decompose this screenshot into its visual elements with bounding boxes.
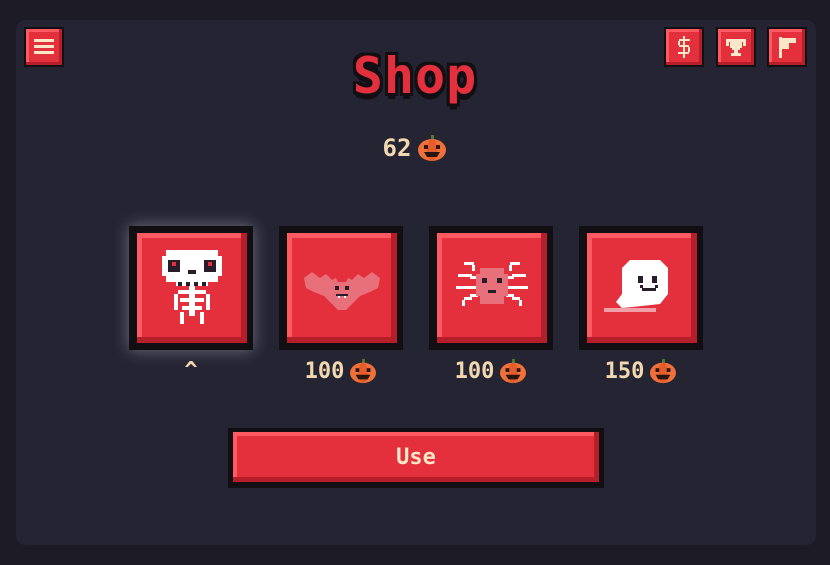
- skeleton-icon: [162, 250, 222, 324]
- price-value: 150: [604, 358, 645, 384]
- pumpkin-icon: [500, 358, 527, 384]
- bat-icon: [304, 272, 380, 310]
- item-price-spider: 100: [429, 358, 553, 384]
- shop-item-ghost[interactable]: [579, 226, 703, 350]
- currency-balance: 62: [0, 134, 830, 162]
- shop-item-skeleton[interactable]: [129, 226, 253, 350]
- item-tile: [437, 233, 547, 343]
- shop-item-bat[interactable]: [279, 226, 403, 350]
- use-button-label: Use: [233, 432, 599, 482]
- use-button[interactable]: Use: [228, 428, 604, 488]
- pumpkin-icon: [350, 358, 377, 384]
- item-tile: [287, 233, 397, 343]
- spider-icon: [456, 262, 528, 306]
- item-price-skeleton: ^: [129, 358, 253, 384]
- pumpkin-icon: [650, 358, 677, 384]
- item-tile: [587, 233, 697, 343]
- page-title: Shop: [352, 47, 478, 105]
- item-price-bat: 100: [279, 358, 403, 384]
- ghost-icon: [604, 260, 668, 312]
- shop-item-spider[interactable]: [429, 226, 553, 350]
- item-price-ghost: 150: [579, 358, 703, 384]
- price-value: 100: [304, 358, 345, 384]
- item-tile: [137, 233, 247, 343]
- price-value: 100: [454, 358, 495, 384]
- balance-amount: 62: [382, 134, 412, 162]
- pumpkin-icon: [418, 135, 447, 161]
- selected-indicator: ^: [184, 358, 198, 383]
